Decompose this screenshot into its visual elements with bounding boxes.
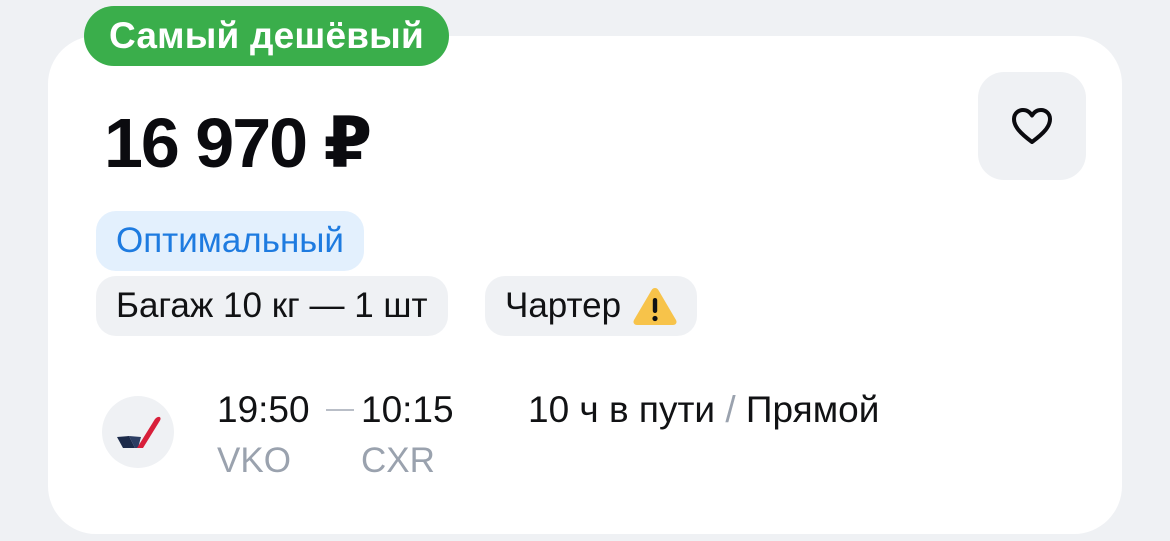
departure-time: 19:50 xyxy=(217,389,310,430)
stops-text: Прямой xyxy=(745,389,880,430)
cheapest-badge: Самый дешёвый xyxy=(84,6,449,66)
screen: Самый дешёвый 16 970 ₽ Оптимальный Багаж… xyxy=(0,0,1170,541)
warning-icon xyxy=(633,288,677,325)
airline-logo-icon xyxy=(102,396,174,468)
duration-text: 10 ч в пути xyxy=(528,389,716,430)
duration-separator: / xyxy=(725,389,736,430)
charter-tag: Чартер xyxy=(485,276,698,336)
flight-duration-info: 10 ч в пути / Прямой xyxy=(528,386,879,434)
charter-label: Чартер xyxy=(505,286,622,325)
departure-airport-code: VKO xyxy=(217,441,291,480)
baggage-tag: Багаж 10 кг — 1 шт xyxy=(96,276,448,336)
arrival-airport-code: CXR xyxy=(361,441,435,480)
ticket-price: 16 970 ₽ xyxy=(104,104,372,182)
time-dash xyxy=(326,409,354,411)
favorite-button[interactable] xyxy=(978,72,1086,180)
heart-outline-icon xyxy=(1012,108,1052,144)
arrival-time: 10:15 xyxy=(361,389,454,430)
optimal-tag: Оптимальный xyxy=(96,211,364,271)
